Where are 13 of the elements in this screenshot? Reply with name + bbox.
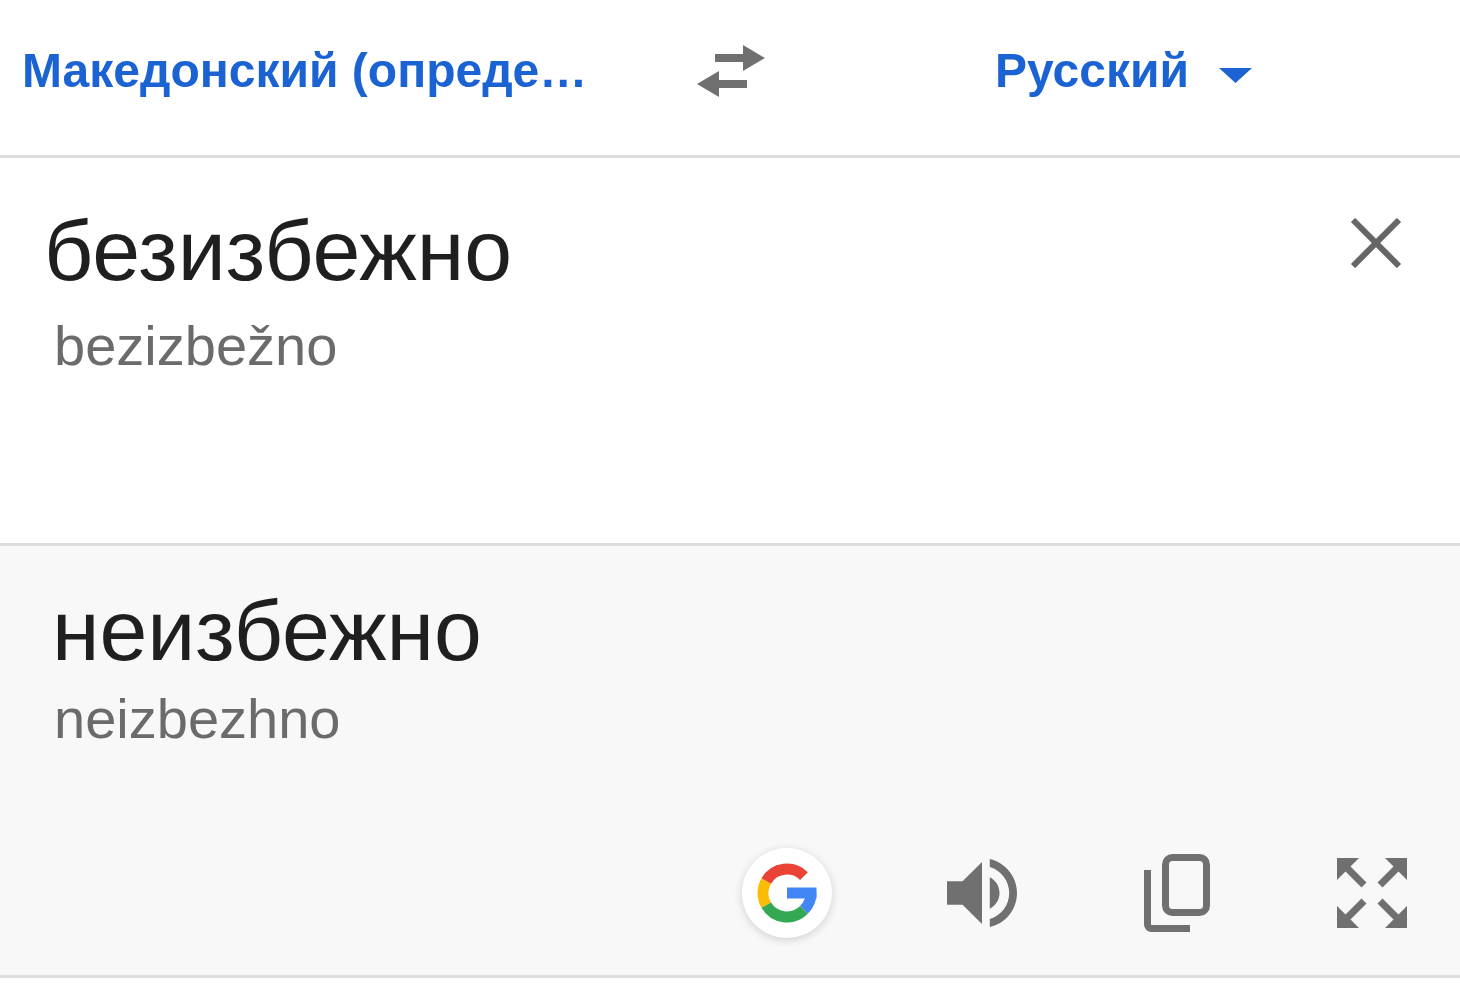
speaker-icon[interactable] bbox=[947, 858, 1017, 928]
copy-icon[interactable] bbox=[1144, 854, 1210, 932]
translation-text: неизбежно bbox=[52, 587, 482, 673]
close-icon[interactable] bbox=[1350, 218, 1402, 268]
caret-icon bbox=[1218, 68, 1252, 83]
source-text-input[interactable]: безизбежно bbox=[44, 207, 513, 293]
letter-g-logo-icon[interactable] bbox=[742, 848, 832, 938]
transliteration-text: neizbezhno bbox=[54, 691, 341, 747]
source-language-button[interactable]: Македонский (опреде… bbox=[22, 43, 588, 98]
target-language-button[interactable]: Русский bbox=[995, 43, 1252, 98]
transliteration-text: bezizbežno bbox=[54, 318, 338, 374]
swap-arrows-icon[interactable] bbox=[697, 44, 765, 97]
fullscreen-icon[interactable] bbox=[1337, 858, 1407, 928]
